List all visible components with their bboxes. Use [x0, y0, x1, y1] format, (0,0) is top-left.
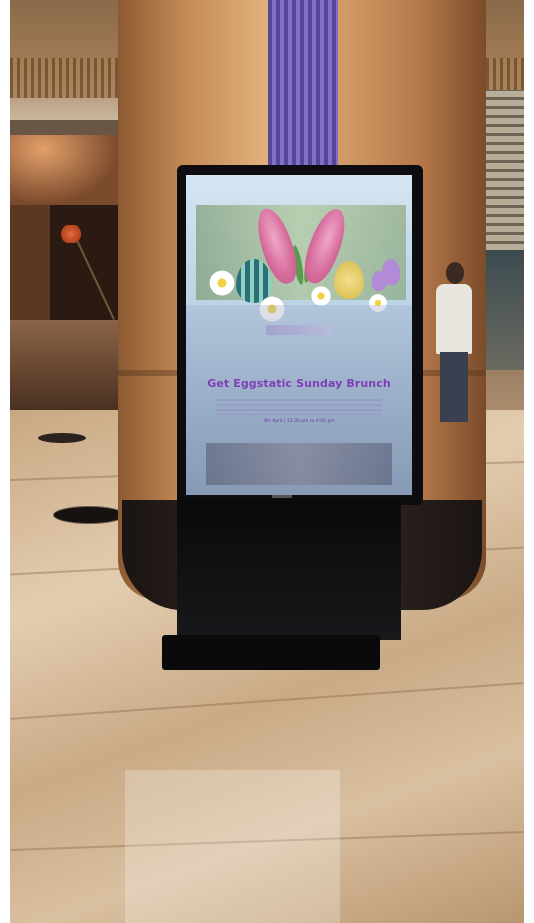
- screen-food-photo: [206, 443, 392, 485]
- wall-light: [10, 135, 120, 205]
- floor-drain: [38, 433, 86, 443]
- kiosk-base: [162, 635, 380, 670]
- daisy-icon: [208, 269, 236, 297]
- kiosk-brand-mark: [272, 495, 292, 498]
- promo-description: [216, 399, 382, 415]
- floor-logo-plate: [53, 506, 125, 524]
- tulip-icon: [372, 271, 386, 291]
- photo-scene: Get Eggstatic Sunday Brunch 4th April | …: [10, 0, 524, 923]
- kiosk-stand: [177, 500, 401, 640]
- digital-signage-kiosk: Get Eggstatic Sunday Brunch 4th April | …: [162, 165, 423, 670]
- person-legs: [440, 352, 468, 422]
- reception-counter: [10, 320, 120, 410]
- bird-of-paradise-flower: [60, 225, 82, 243]
- promo-date-time: 4th April | 12:30 pm to 4:00 pm: [263, 419, 335, 424]
- promo-headline: Get Eggstatic Sunday Brunch: [207, 377, 391, 390]
- daisy-icon: [310, 285, 332, 307]
- kiosk-screen: Get Eggstatic Sunday Brunch 4th April | …: [186, 175, 412, 495]
- hotel-logo: [266, 325, 332, 335]
- person-standing: [430, 262, 478, 432]
- person-head: [446, 262, 464, 284]
- purple-uplight: [268, 0, 338, 175]
- floor-reflection: [125, 770, 340, 923]
- person-shirt: [436, 284, 472, 354]
- easter-egg-icon: [334, 261, 364, 299]
